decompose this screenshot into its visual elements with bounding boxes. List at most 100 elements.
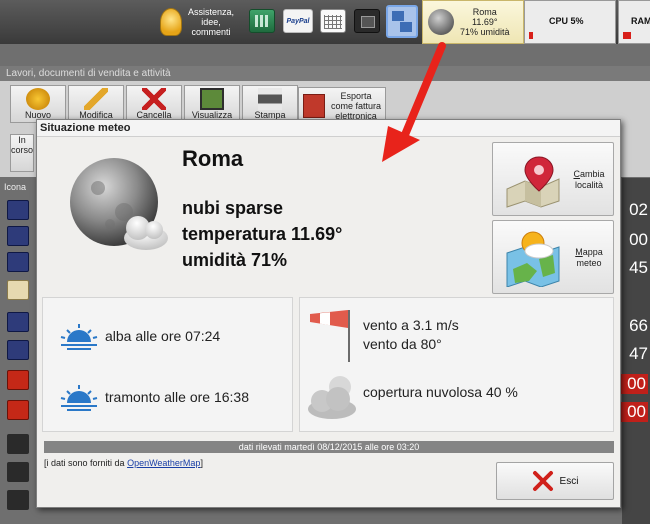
annotation-arrow	[382, 42, 446, 162]
assistance-button[interactable]: Assistenza, idee, commenti	[160, 2, 240, 42]
printer-icon	[258, 88, 282, 110]
sunset-icon	[60, 385, 98, 411]
wind-direction: vento da 80°	[363, 336, 442, 352]
export-label: Esporta come fattura elettronica	[327, 91, 385, 121]
grid-value: 00	[629, 230, 648, 249]
weather-tile-city: Roma	[472, 7, 497, 17]
cloud-icon	[308, 376, 356, 419]
paypal-icon[interactable]: PayPal	[283, 9, 313, 33]
user-icon[interactable]	[7, 490, 29, 510]
grid-value: 00	[620, 402, 648, 422]
grid-value: 66	[629, 316, 648, 335]
change-location-button[interactable]: Cambia località	[492, 142, 614, 216]
new-icon	[26, 88, 50, 110]
city-name: Roma	[182, 146, 244, 171]
weather-tile-text: Roma 11.69° 71% umidità	[460, 7, 510, 37]
new-button[interactable]: Nuovo	[10, 85, 66, 123]
grid-value: 02	[629, 200, 648, 219]
wind-clouds-panel: vento a 3.1 m/s vento da 80° copertura n…	[299, 297, 614, 432]
app-caption: Lavori, documenti di vendita e attività	[0, 66, 650, 81]
invoice-icon[interactable]	[7, 340, 29, 360]
cpu-label: CPU 5%	[549, 16, 584, 26]
close-button[interactable]: Esci	[496, 462, 614, 500]
in-progress-button[interactable]: In corso	[10, 134, 34, 172]
credits-prefix: [i dati sono forniti da	[44, 458, 128, 468]
weather-temperature: temperatura 11.69°	[182, 224, 343, 244]
weather-summary: nubi sparse temperatura 11.69° umidità 7…	[182, 195, 342, 273]
cpu-monitor[interactable]: CPU 5%	[524, 0, 616, 44]
user-icon[interactable]	[7, 462, 29, 482]
sun-times-panel: alba alle ore 07:24 tramonto alle ore 16…	[42, 297, 293, 432]
weather-dialog: Situazione meteo Roma nubi sparse temper…	[36, 119, 621, 508]
user-icon[interactable]	[7, 434, 29, 454]
change-location-line: località	[574, 180, 603, 190]
weather-map-icon	[506, 231, 560, 287]
weather-humidity: umidità 71%	[182, 250, 288, 270]
ram-level-bar	[623, 32, 631, 39]
network-icon[interactable]	[386, 5, 418, 38]
grid-icon-column	[0, 194, 36, 524]
wind-speed: vento a 3.1 m/s	[363, 317, 459, 333]
cpu-level-bar	[529, 32, 533, 39]
assistance-line: idee,	[201, 17, 221, 27]
taskbar: Assistenza, idee, commenti PayPal Roma 1…	[0, 0, 650, 44]
moon-cloud-icon	[70, 158, 168, 250]
openweathermap-link[interactable]: OpenWeatherMap	[127, 458, 200, 468]
assistance-label: Assistenza, idee, commenti	[188, 7, 234, 37]
invoice-icon[interactable]	[7, 252, 29, 272]
delivery-truck-icon[interactable]	[7, 370, 29, 390]
grid-value: 00	[620, 374, 648, 394]
delete-button[interactable]: Cancella	[126, 85, 182, 123]
note-icon[interactable]	[7, 280, 29, 300]
weather-map-button[interactable]: Mappa meteo	[492, 220, 614, 294]
weather-map-line: meteo	[576, 258, 602, 268]
einvoice-icon	[303, 94, 325, 118]
edit-button[interactable]: Modifica	[68, 85, 124, 123]
close-label: Esci	[559, 475, 579, 487]
export-line: come fattura	[330, 101, 382, 111]
delivery-truck-icon[interactable]	[7, 400, 29, 420]
invoice-icon[interactable]	[7, 200, 29, 220]
grid-header-icon-column: Icona	[4, 182, 27, 192]
data-credits: [i dati sono forniti da OpenWeatherMap]	[44, 458, 203, 468]
view-button[interactable]: Visualizza	[184, 85, 240, 123]
export-line: Esporta	[340, 91, 372, 101]
sunset-time: tramonto alle ore 16:38	[105, 389, 249, 405]
windsock-icon	[310, 310, 350, 362]
dialog-body: Roma nubi sparse temperatura 11.69° umid…	[42, 142, 615, 504]
weather-tile[interactable]: Roma 11.69° 71% umidità	[422, 0, 524, 44]
ram-label: RAM	[631, 16, 650, 26]
assistance-line: Assistenza,	[188, 7, 235, 17]
invoice-icon[interactable]	[7, 312, 29, 332]
in-progress-label: In corso	[11, 135, 34, 155]
weather-map-label: Mappa meteo	[567, 247, 611, 269]
weather-tile-humidity: 71% umidità	[460, 27, 510, 37]
grid-value: 47	[629, 344, 648, 363]
grid-number-column: 02 00 45 66 47 00 00	[620, 178, 650, 524]
memory-chip-icon[interactable]	[354, 9, 380, 33]
monitor-icon	[200, 88, 224, 110]
weather-condition: nubi sparse	[182, 198, 284, 218]
calculator-icon[interactable]	[249, 9, 275, 33]
sunrise-icon	[60, 324, 98, 350]
data-timestamp: dati rilevati martedì 08/12/2015 alle or…	[44, 441, 614, 453]
moon-cloud-icon	[428, 9, 454, 35]
weather-tile-temp: 11.69°	[472, 17, 498, 27]
weather-map-line: Mappa	[575, 247, 603, 257]
ram-monitor[interactable]: RAM	[618, 0, 650, 44]
print-button[interactable]: Stampa	[242, 85, 298, 123]
change-location-line: Cambia	[573, 169, 605, 179]
cloud-cover: copertura nuvolosa 40 %	[363, 384, 518, 400]
close-icon	[532, 471, 553, 491]
map-pin-icon	[506, 156, 560, 208]
grid-value: 45	[629, 258, 648, 277]
lightbulb-icon	[160, 8, 182, 36]
invoice-icon[interactable]	[7, 226, 29, 246]
delete-icon	[142, 88, 166, 110]
calendar-icon[interactable]	[320, 9, 346, 33]
change-location-label: Cambia località	[567, 169, 611, 191]
credits-suffix: ]	[200, 458, 203, 468]
pencil-icon	[84, 88, 108, 110]
assistance-line: commenti	[191, 27, 231, 37]
sunrise-time: alba alle ore 07:24	[105, 328, 221, 344]
